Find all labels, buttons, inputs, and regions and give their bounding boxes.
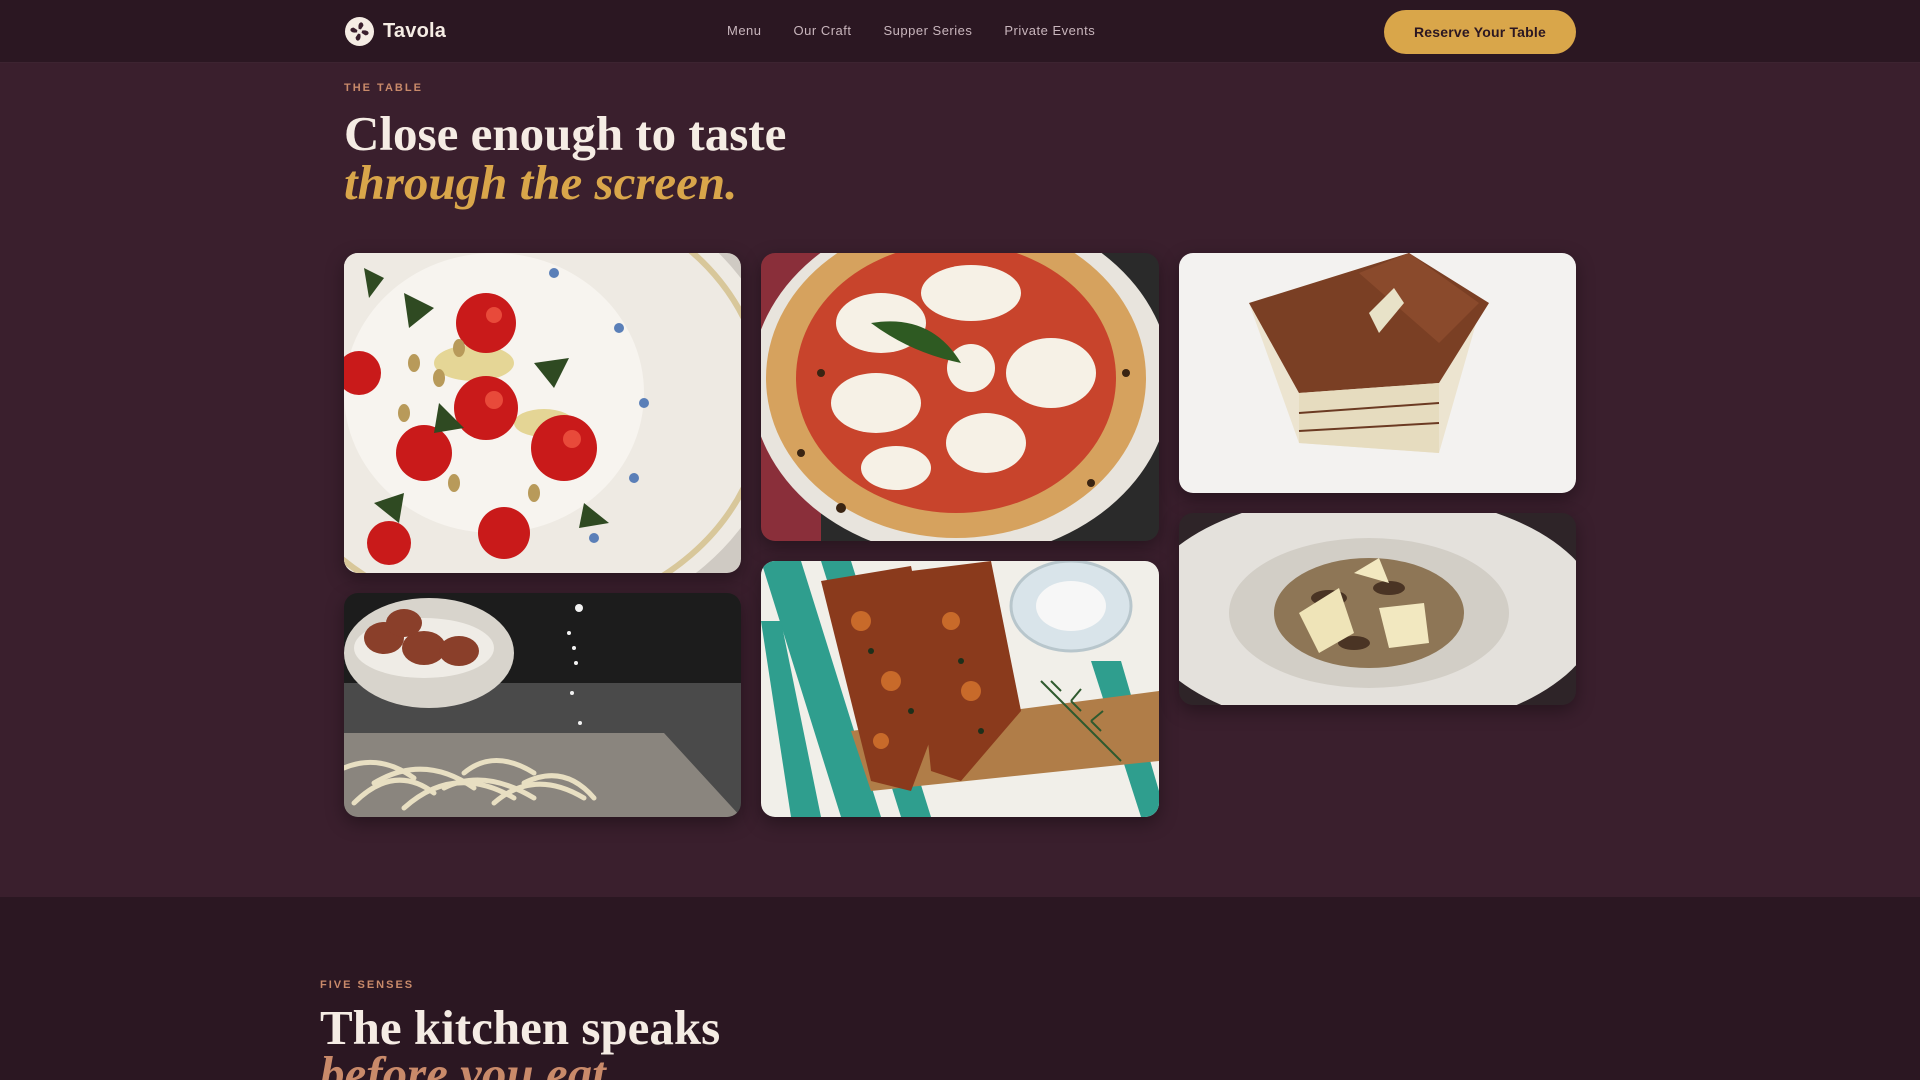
reserve-table-button[interactable]: Reserve Your Table	[1384, 10, 1576, 54]
nav-links: Menu Our Craft Supper Series Private Eve…	[727, 23, 1127, 38]
gallery-title-line2: through the screen.	[344, 155, 738, 210]
nav-link-menu[interactable]: Menu	[727, 23, 762, 38]
caprese-tomato-salad-photo[interactable]	[344, 253, 741, 573]
fresh-pasta-eggs-photo[interactable]	[344, 593, 741, 817]
senses-title-line2: before you eat.	[320, 1046, 618, 1080]
senses-eyebrow: FIVE SENSES	[320, 979, 415, 991]
brand-link[interactable]: Tavola	[344, 15, 446, 47]
five-senses-section	[0, 897, 1920, 1080]
brand-name: Tavola	[383, 19, 447, 42]
gallery-eyebrow: THE TABLE	[344, 82, 423, 94]
focaccia-bread-photo[interactable]	[761, 561, 1159, 817]
senses-title: The kitchen speaks before you eat.	[320, 1003, 720, 1080]
tiramisu-photo[interactable]	[1179, 253, 1576, 493]
flower-logo-icon	[344, 16, 375, 46]
nav-link-private-events[interactable]: Private Events	[1004, 23, 1095, 38]
nav-link-our-craft[interactable]: Our Craft	[794, 23, 852, 38]
margherita-pizza-photo[interactable]	[761, 253, 1159, 541]
gallery-title: Close enough to taste through the screen…	[344, 109, 786, 207]
top-navigation: Tavola Menu Our Craft Supper Series Priv…	[0, 0, 1920, 63]
nav-link-supper-series[interactable]: Supper Series	[884, 23, 973, 38]
gallery-title-line1: Close enough to taste	[344, 106, 787, 161]
mushroom-risotto-photo[interactable]	[1179, 513, 1576, 705]
